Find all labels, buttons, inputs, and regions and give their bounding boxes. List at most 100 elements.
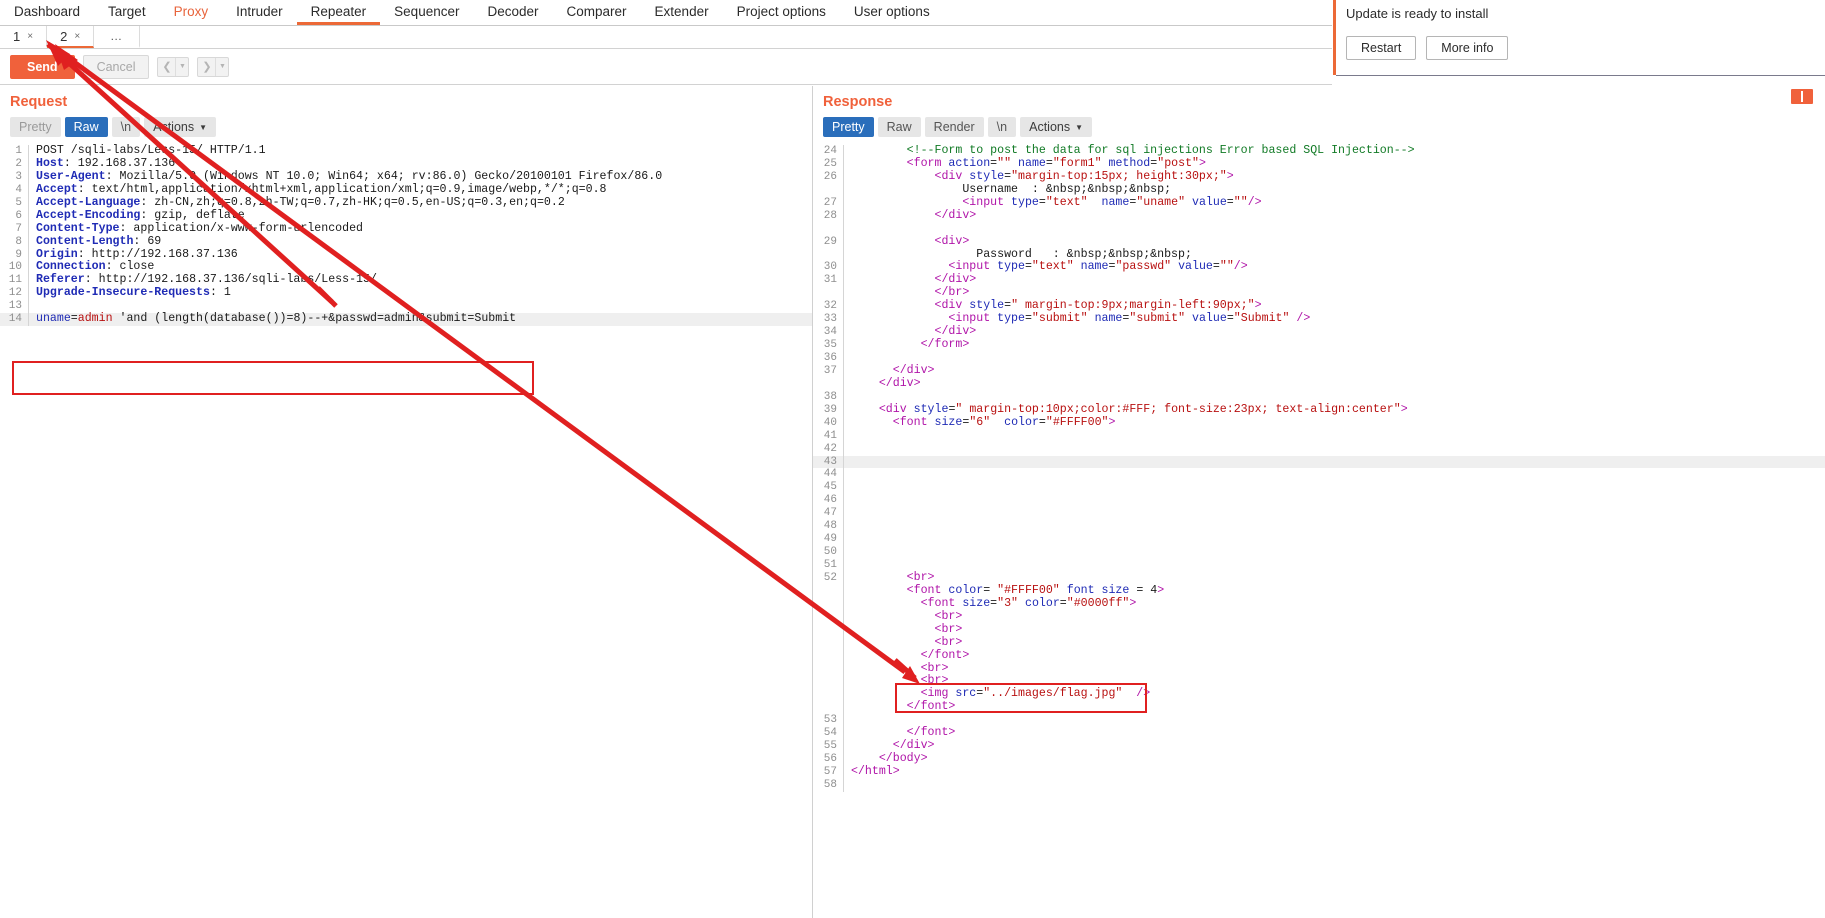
main-tab-label: Project options [736, 3, 826, 19]
cancel-button[interactable]: Cancel [82, 54, 150, 79]
split-view-icon[interactable] [1791, 89, 1813, 104]
line-number: 7 [15, 222, 22, 235]
response-panel: Response Pretty Raw Render \n Actions ▼ … [813, 86, 1825, 918]
main-tab-target[interactable]: Target [94, 0, 160, 25]
gutter-rule [843, 326, 844, 340]
repeater-tab-more[interactable]: … [94, 26, 141, 48]
gutter-rule [843, 559, 844, 572]
gutter-rule [843, 520, 844, 534]
response-tab-raw[interactable]: Raw [877, 117, 921, 137]
chevron-right-icon[interactable]: ❯ [198, 58, 215, 76]
line-number: 49 [823, 533, 837, 546]
more-info-button[interactable]: More info [1426, 36, 1509, 60]
response-header: Response Pretty Raw Render \n Actions ▼ [813, 86, 1825, 137]
main-tab-label: User options [853, 3, 930, 19]
repeater-action-bar: Send Cancel ❮ ▼ ❯ ▼ [0, 49, 1332, 85]
repeater-tab-2[interactable]: 2 × [47, 26, 95, 48]
response-tab-newline[interactable]: \n [987, 117, 1017, 137]
main-tab-comparer[interactable]: Comparer [553, 0, 641, 25]
response-tab-render[interactable]: Render [924, 117, 984, 137]
restart-button[interactable]: Restart [1346, 36, 1417, 60]
gutter-rule [843, 597, 844, 611]
line-number: 43 [823, 455, 837, 468]
code-line: 37 </div> [813, 364, 1825, 378]
gutter-rule [843, 442, 844, 456]
code-line: 50 [813, 546, 1825, 559]
gutter-rule [843, 390, 844, 404]
code-line: <br> [813, 623, 1825, 637]
main-tab-label: Comparer [566, 3, 627, 19]
code-text: <font size="6" color="#FFFF00"> [892, 415, 1116, 429]
line-number: 30 [823, 261, 837, 274]
line-number: 50 [823, 546, 837, 559]
gutter-rule [28, 209, 29, 223]
line-number: 46 [823, 494, 837, 507]
forward-nav-split-button[interactable]: ❯ ▼ [197, 56, 230, 77]
back-nav-split-button[interactable]: ❮ ▼ [157, 56, 190, 77]
repeater-tab-label: 2 [60, 28, 68, 44]
close-icon[interactable]: × [74, 31, 80, 42]
main-tab-label: Target [108, 3, 146, 19]
update-notification-panel: Update is ready to install Restart More … [1333, 0, 1825, 75]
code-line: 41 [813, 429, 1825, 443]
gutter-rule [843, 571, 844, 585]
code-line: 55 </div> [813, 739, 1825, 754]
main-tab-intruder[interactable]: Intruder [222, 0, 297, 25]
gutter-rule [843, 235, 844, 249]
line-number: 14 [8, 313, 22, 326]
response-actions-menu[interactable]: Actions ▼ [1020, 117, 1093, 137]
code-line: <br> [813, 610, 1825, 624]
gutter-rule [28, 170, 29, 184]
main-tab-extender[interactable]: Extender [641, 0, 723, 25]
gutter-rule [843, 274, 844, 288]
repeater-tab-1[interactable]: 1 × [0, 26, 48, 48]
request-actions-menu[interactable]: Actions ▼ [144, 117, 217, 137]
line-number: 6 [15, 209, 22, 222]
gutter-rule [843, 778, 844, 792]
main-tab-repeater[interactable]: Repeater [296, 0, 381, 25]
request-tab-pretty[interactable]: Pretty [10, 117, 61, 137]
response-title: Response [823, 94, 893, 110]
gutter-rule [843, 753, 844, 766]
main-tab-dashboard[interactable]: Dashboard [0, 0, 94, 25]
gutter-rule [843, 300, 844, 314]
repeater-tab-bar: 1 × 2 × … [0, 26, 1332, 49]
gutter-rule [843, 701, 844, 715]
response-body-viewer[interactable]: 24 <!--Form to post the data for sql inj… [813, 144, 1825, 792]
gutter-rule [843, 481, 844, 495]
gutter-rule [843, 675, 844, 689]
send-button[interactable]: Send [10, 54, 75, 79]
line-number: 25 [823, 157, 837, 170]
line-number: 41 [823, 429, 837, 442]
gutter-rule [843, 494, 844, 508]
main-tab-proxy[interactable]: Proxy [160, 0, 223, 25]
line-number: 26 [823, 170, 837, 183]
gutter-rule [843, 261, 844, 275]
line-number: 2 [15, 157, 22, 170]
main-tab-user-options[interactable]: User options [840, 0, 944, 25]
request-tab-newline[interactable]: \n [111, 117, 141, 137]
request-body-editor[interactable]: 1 POST /sqli-labs/Less-15/ HTTP/1.1 2 Host:… [0, 144, 812, 327]
line-number: 32 [823, 300, 837, 313]
main-tab-project-options[interactable]: Project options [723, 0, 840, 25]
line-number: 47 [823, 507, 837, 520]
line-number: 36 [823, 352, 837, 364]
chevron-down-icon[interactable]: ▼ [215, 57, 228, 76]
line-number: 44 [823, 468, 837, 481]
gutter-rule [843, 416, 844, 430]
chevron-left-icon[interactable]: ❮ [158, 58, 175, 76]
code-line: 40 <font size="6" color="#FFFF00"> [813, 415, 1825, 430]
main-tab-sequencer[interactable]: Sequencer [380, 0, 473, 25]
line-number: 34 [823, 326, 837, 339]
gutter-rule [843, 339, 844, 352]
chevron-down-icon[interactable]: ▼ [175, 57, 188, 76]
line-number: 4 [15, 183, 22, 196]
update-message: Update is ready to install [1346, 6, 1489, 21]
gutter-rule [843, 196, 844, 210]
close-icon[interactable]: × [27, 31, 33, 42]
request-tab-raw[interactable]: Raw [64, 117, 108, 137]
line-number: 13 [8, 300, 22, 313]
main-tab-bar: Dashboard Target Proxy Intruder Repeater… [0, 0, 1332, 26]
main-tab-decoder[interactable]: Decoder [473, 0, 552, 25]
response-tab-pretty[interactable]: Pretty [823, 117, 874, 137]
